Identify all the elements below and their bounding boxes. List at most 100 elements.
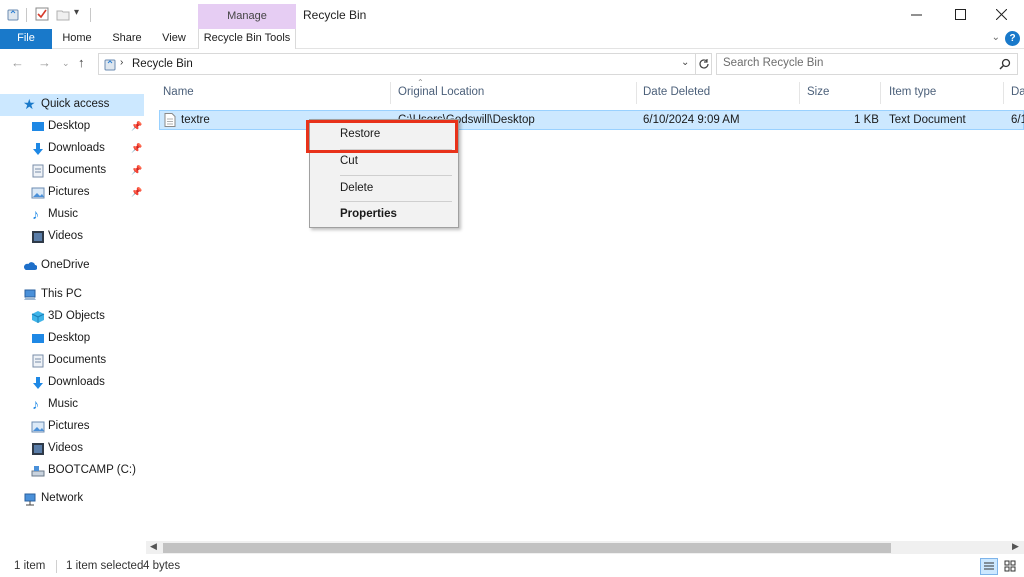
expand-ribbon-icon[interactable]: ⌄ [992,32,1000,43]
network-icon [24,493,36,506]
close-button[interactable] [978,0,1024,29]
pin-icon[interactable]: 📌 [131,165,142,176]
status-selected: 1 item selected [66,560,144,572]
column-header-item-type[interactable]: Item type [889,86,936,98]
details-view-button[interactable] [980,558,998,575]
sidebar-item-pc-pictures[interactable]: Pictures [0,416,144,438]
column-header-name[interactable]: Name [163,86,194,98]
sidebar-item-desktop[interactable]: Desktop 📌 [0,116,144,138]
sidebar-item-label: Music [48,208,79,220]
sidebar-item-pc-music[interactable]: ♪ Music [0,394,144,416]
menu-item-cut[interactable]: Cut [310,151,458,173]
desktop-icon [32,122,44,131]
pin-icon[interactable]: 📌 [131,187,142,198]
breadcrumb-recycle-bin[interactable]: Recycle Bin [132,58,193,70]
table-row[interactable]: textre C:\Users\Godswill\Desktop 6/10/20… [159,110,1024,130]
back-arrow-icon[interactable]: ← [11,55,24,70]
recycle-bin-icon [104,59,116,71]
file-date-deleted: 6/10/2024 9:09 AM [643,114,740,126]
music-icon: ♪ [32,396,39,412]
menu-item-delete[interactable]: Delete [310,178,458,200]
tab-home[interactable]: Home [56,29,98,49]
column-header-size[interactable]: Size [807,86,829,98]
music-icon: ♪ [32,206,39,222]
sidebar-item-pictures[interactable]: Pictures 📌 [0,182,144,204]
sidebar-item-label: Videos [48,230,83,242]
menu-separator [340,175,452,176]
sidebar-item-pc-documents[interactable]: Documents [0,350,144,372]
sidebar-item-quick-access[interactable]: ★ Quick access [0,94,144,116]
forward-arrow-icon[interactable]: → [38,55,51,70]
sidebar-item-music[interactable]: ♪ Music [0,204,144,226]
sidebar-item-label: Documents [48,354,107,366]
file-name: textre [181,114,210,126]
refresh-icon[interactable] [698,58,710,70]
minimize-button[interactable] [893,0,939,29]
large-icons-view-icon [1004,560,1016,572]
sidebar-item-onedrive[interactable]: OneDrive [0,255,144,277]
sidebar-item-pc-desktop[interactable]: Desktop [0,328,144,350]
column-divider[interactable] [799,82,800,104]
customize-quick-access-icon[interactable]: ▾ [74,7,79,18]
scroll-left-icon[interactable]: ◀ [150,541,157,552]
pin-icon[interactable]: 📌 [131,143,142,154]
sidebar-item-pc-downloads[interactable]: Downloads [0,372,144,394]
close-icon [995,9,1007,20]
file-item-type: Text Document [889,114,966,126]
up-arrow-icon[interactable]: ↑ [78,55,85,70]
maximize-button[interactable] [937,0,983,29]
properties-check-icon[interactable] [35,7,49,21]
search-box[interactable] [716,53,1018,75]
sidebar-item-pc-videos[interactable]: Videos [0,438,144,460]
sidebar-item-downloads[interactable]: Downloads 📌 [0,138,144,160]
breadcrumb-chevron-icon[interactable]: › [120,57,123,68]
column-divider[interactable] [636,82,637,104]
sidebar-item-label: 3D Objects [48,310,105,322]
column-divider[interactable] [880,82,881,104]
address-divider [695,54,696,74]
address-dropdown-icon[interactable]: ⌄ [681,57,689,68]
column-divider[interactable] [390,82,391,104]
menu-item-properties[interactable]: Properties [310,204,458,226]
scrollbar-thumb[interactable] [163,543,891,553]
sidebar-item-label: Desktop [48,332,91,344]
tab-recycle-bin-tools[interactable]: Recycle Bin Tools [198,29,296,49]
sidebar-item-videos[interactable]: Videos [0,226,144,248]
column-divider[interactable] [1003,82,1004,104]
help-icon[interactable]: ? [1005,31,1020,46]
manage-context-tab[interactable]: Manage [198,4,296,29]
tab-share[interactable]: Share [106,29,148,49]
large-icons-view-button[interactable] [1002,558,1020,575]
3d-objects-icon [31,311,45,323]
download-icon [33,377,43,389]
status-size: 4 bytes [143,560,181,572]
scroll-right-icon[interactable]: ▶ [1012,541,1019,552]
pin-icon[interactable]: 📌 [131,121,142,132]
sidebar-item-bootcamp-drive[interactable]: BOOTCAMP (C:) [0,460,144,482]
horizontal-scrollbar[interactable]: ◀ ▶ [146,541,1024,554]
search-input[interactable] [723,57,983,69]
ribbon-tabs: File Home Share View Recycle Bin Tools ⌄… [0,29,1024,49]
sidebar-item-label: This PC [41,288,82,300]
window-title: Recycle Bin [303,8,367,22]
recent-locations-icon[interactable]: ⌄ [62,58,70,69]
column-header-date-deleted[interactable]: Date Deleted [643,86,710,98]
address-bar[interactable]: › Recycle Bin ⌄ [98,53,712,75]
recycle-bin-icon[interactable] [6,7,20,21]
column-header-date-modified[interactable]: Da [1011,86,1024,98]
search-icon[interactable] [999,58,1011,70]
title-bar: ▾ Manage Recycle Bin [0,0,1024,29]
sidebar-item-this-pc[interactable]: This PC [0,284,144,306]
sidebar-item-documents[interactable]: Documents 📌 [0,160,144,182]
tab-file[interactable]: File [0,29,52,49]
download-icon [33,143,43,155]
sidebar-item-label: BOOTCAMP (C:) [48,464,136,476]
sidebar-item-3d-objects[interactable]: 3D Objects [0,306,144,328]
sidebar-item-label: Downloads [48,376,105,388]
menu-item-label: Properties [340,208,397,220]
new-folder-icon[interactable] [56,7,70,21]
column-header-original-location[interactable]: Original Location [398,86,484,98]
tab-view[interactable]: View [154,29,194,49]
sidebar-item-network[interactable]: Network [0,488,144,510]
sidebar-item-label: Music [48,398,79,410]
